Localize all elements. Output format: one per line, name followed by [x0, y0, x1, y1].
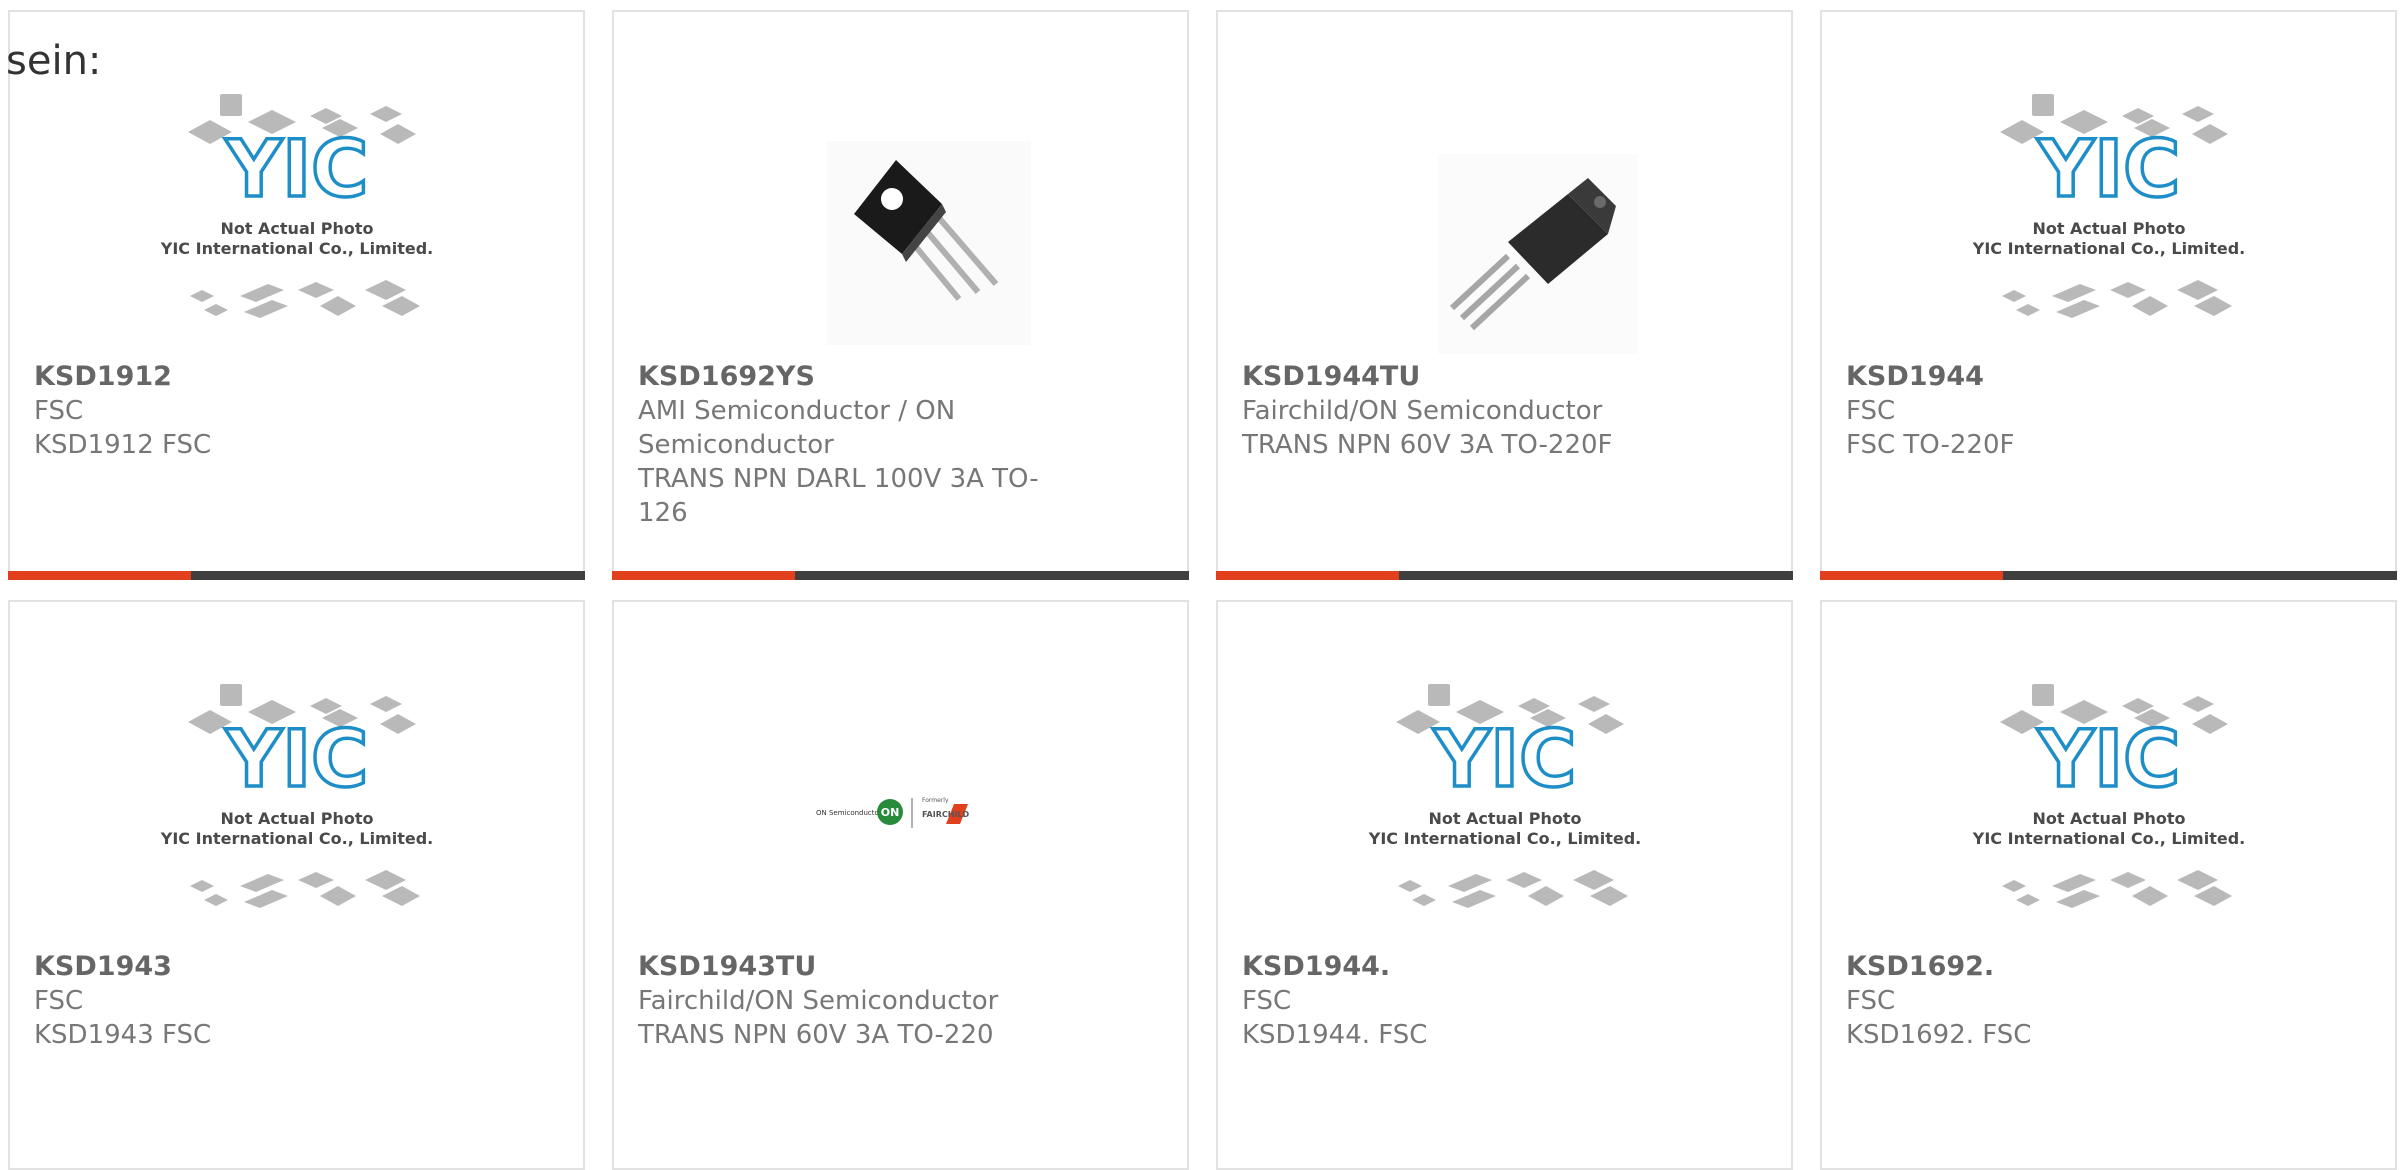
manufacturer: FSC [1846, 396, 1896, 426]
progress-bar [612, 571, 1189, 580]
product-info: KSD1944. FSC KSD1944. FSC [1242, 950, 1662, 1052]
yic-placeholder-image: YIC Not Actual Photo YIC International C… [1972, 94, 2245, 318]
description: KSD1692. FSC [1846, 1020, 2032, 1050]
svg-text:Not Actual Photo: Not Actual Photo [220, 219, 373, 238]
manufacturer: FSC [34, 396, 84, 426]
yic-logo-text: YIC [1432, 715, 1576, 805]
to126-transistor-image [826, 141, 1031, 345]
bar-accent [8, 571, 191, 580]
part-number[interactable]: KSD1944 [1846, 360, 2266, 394]
manufacturer: FSC [34, 986, 84, 1016]
svg-text:FAIRCHILD: FAIRCHILD [922, 810, 970, 819]
manufacturer: FSC [1242, 986, 1292, 1016]
product-card[interactable]: YIC Not Actual Photo YIC International C… [8, 600, 585, 1170]
progress-bar [1820, 571, 2397, 580]
product-info: KSD1944TU Fairchild/ON Semiconductor TRA… [1242, 360, 1662, 462]
product-card[interactable]: YIC Not Actual Photo YIC International C… [1820, 10, 2397, 580]
on-semi-wordmark: ON Semiconductor [816, 809, 882, 817]
product-image[interactable]: YIC Not Actual Photo YIC International C… [160, 84, 434, 358]
part-number[interactable]: KSD1943 [34, 950, 454, 984]
product-image[interactable]: ON Semiconductor ON Formerly FAIRCHILD [764, 674, 1038, 948]
product-info: KSD1944 FSC FSC TO-220F [1846, 360, 2266, 462]
product-info: KSD1943 FSC KSD1943 FSC [34, 950, 454, 1052]
description: TRANS NPN 60V 3A TO-220 [638, 1020, 994, 1050]
svg-text:YIC International Co., Limited: YIC International Co., Limited. [160, 239, 433, 258]
svg-text:Not Actual Photo: Not Actual Photo [2032, 219, 2185, 238]
svg-text:Not Actual Photo: Not Actual Photo [1428, 809, 1581, 828]
svg-text:YIC International Co., Limited: YIC International Co., Limited. [1972, 829, 2245, 848]
part-number[interactable]: KSD1944TU [1242, 360, 1662, 394]
description: TRANS NPN DARL 100V 3A TO-126 [638, 464, 1039, 528]
product-card[interactable]: YIC Not Actual Photo YIC International C… [1216, 600, 1793, 1170]
product-info: KSD1692. FSC KSD1692. FSC [1846, 950, 2266, 1052]
progress-bar [8, 571, 585, 580]
yic-placeholder-image: YIC Not Actual Photo YIC International C… [1972, 684, 2245, 908]
product-info: KSD1943TU Fairchild/ON Semiconductor TRA… [638, 950, 1058, 1052]
product-image[interactable] [764, 84, 1038, 358]
product-card[interactable]: ON Semiconductor ON Formerly FAIRCHILD K… [612, 600, 1189, 1170]
svg-text:YIC International Co., Limited: YIC International Co., Limited. [160, 829, 433, 848]
part-number[interactable]: KSD1692YS [638, 360, 1058, 394]
svg-text:Not Actual Photo: Not Actual Photo [2032, 809, 2185, 828]
part-number[interactable]: KSD1912 [34, 360, 454, 394]
part-number[interactable]: KSD1943TU [638, 950, 1058, 984]
manufacturer: FSC [1846, 986, 1896, 1016]
product-card[interactable]: YIC Not Actual Photo YIC International C… [8, 10, 585, 580]
to220f-transistor-image [1437, 154, 1638, 354]
product-info: KSD1912 FSC KSD1912 FSC [34, 360, 454, 462]
yic-logo-text: YIC [2036, 715, 2180, 805]
yic-placeholder-image: YIC Not Actual Photo YIC International C… [160, 684, 433, 908]
on-fairchild-logo-image: ON Semiconductor ON Formerly FAIRCHILD [816, 797, 970, 828]
yic-logo-text: YIC [224, 715, 368, 805]
bar-accent [1820, 571, 2003, 580]
svg-text:ON: ON [880, 806, 899, 819]
product-image[interactable] [1368, 84, 1642, 358]
manufacturer: Fairchild/ON Semiconductor [1242, 396, 1603, 426]
yic-placeholder-image: YIC Not Actual Photo YIC International C… [1368, 684, 1641, 908]
part-number[interactable]: KSD1692. [1846, 950, 2266, 984]
description: TRANS NPN 60V 3A TO-220F [1242, 430, 1613, 460]
product-image[interactable]: YIC Not Actual Photo YIC International C… [1368, 674, 1642, 948]
yic-logo-text: YIC [2036, 125, 2180, 215]
product-card[interactable]: YIC Not Actual Photo YIC International C… [1820, 600, 2397, 1170]
product-image[interactable]: YIC Not Actual Photo YIC International C… [1972, 84, 2246, 358]
intro-text: sein: [6, 38, 102, 84]
yic-logo-text: YIC [224, 125, 368, 215]
svg-text:YIC International Co., Limited: YIC International Co., Limited. [1368, 829, 1641, 848]
description: KSD1943 FSC [34, 1020, 212, 1050]
svg-text:YIC International Co., Limited: YIC International Co., Limited. [1972, 239, 2245, 258]
manufacturer: Fairchild/ON Semiconductor [638, 986, 999, 1016]
yic-placeholder-image: YIC Not Actual Photo YIC International C… [160, 94, 433, 318]
product-info: KSD1692YS AMI Semiconductor / ON Semicon… [638, 360, 1058, 530]
product-image[interactable]: YIC Not Actual Photo YIC International C… [160, 674, 434, 948]
description: KSD1912 FSC [34, 430, 212, 460]
progress-bar [1216, 571, 1793, 580]
bar-accent [612, 571, 795, 580]
product-image[interactable]: YIC Not Actual Photo YIC International C… [1972, 674, 2246, 948]
product-card[interactable]: KSD1692YS AMI Semiconductor / ON Semicon… [612, 10, 1189, 580]
part-number[interactable]: KSD1944. [1242, 950, 1662, 984]
description: FSC TO-220F [1846, 430, 2015, 460]
description: KSD1944. FSC [1242, 1020, 1428, 1050]
svg-text:Not Actual Photo: Not Actual Photo [220, 809, 373, 828]
manufacturer: AMI Semiconductor / ON Semiconductor [638, 396, 956, 460]
product-card[interactable]: KSD1944TU Fairchild/ON Semiconductor TRA… [1216, 10, 1793, 580]
svg-text:Formerly: Formerly [922, 797, 949, 804]
bar-accent [1216, 571, 1399, 580]
